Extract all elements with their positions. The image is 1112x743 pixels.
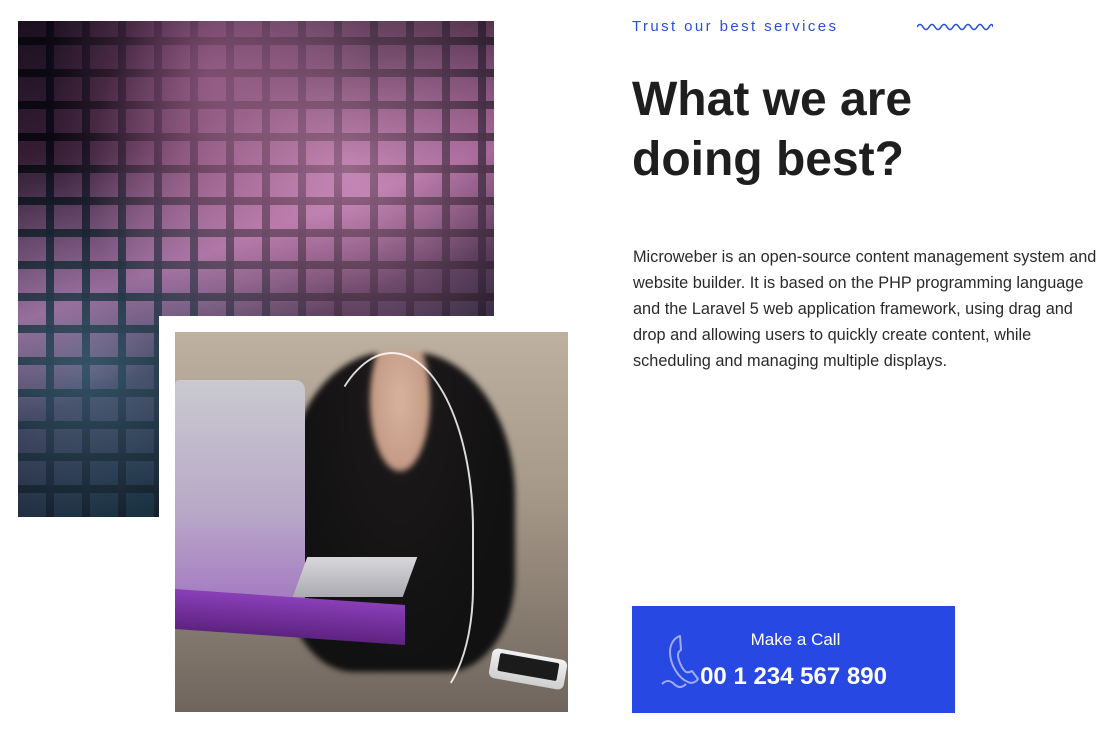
woman-laptop-image (175, 332, 568, 712)
laptop-base (292, 557, 418, 597)
make-a-call-button[interactable]: Make a Call 00 1 234 567 890 (632, 606, 955, 713)
eyebrow-text: Trust our best services (632, 18, 839, 35)
section-heading: What we are doing best? (632, 73, 913, 186)
section-description: Microweber is an open-source content man… (633, 248, 1097, 370)
cta-phone-number: 00 1 234 567 890 (700, 663, 887, 690)
earphone-cable (310, 352, 474, 706)
laptop-screen (175, 380, 305, 620)
smartphone (487, 647, 568, 691)
cta-label: Make a Call (750, 630, 841, 649)
section-eyebrow: Trust our best services (632, 16, 1012, 38)
wave-decoration-icon (917, 23, 993, 31)
